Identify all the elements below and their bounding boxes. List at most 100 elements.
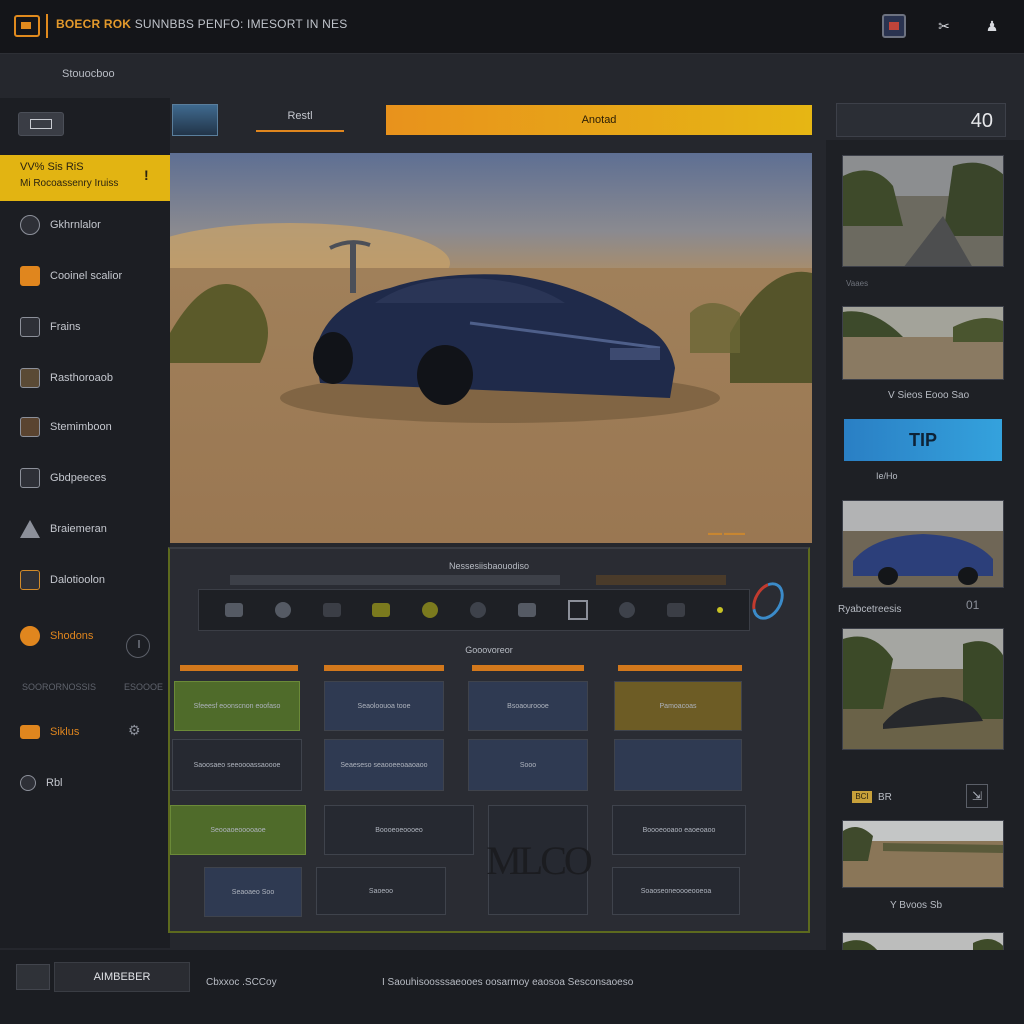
app-title-accent: BOECR ROK — [56, 17, 132, 31]
panel-icon — [30, 119, 52, 129]
sidebar-item-label: Rasthoroaob — [50, 372, 113, 384]
scrub-bar[interactable] — [230, 575, 560, 585]
grid-icon[interactable] — [517, 603, 536, 617]
effect-tile[interactable]: Seaeseso seaooeeoaaoaoo — [324, 739, 444, 791]
sidebar-item-1[interactable]: Gkhrnlalor — [20, 212, 160, 238]
refresh-icon[interactable] — [745, 576, 791, 626]
next-icon[interactable] — [619, 602, 636, 618]
effect-tile-label: Sooo — [519, 761, 537, 769]
pin-icon[interactable]: 01 — [966, 598, 979, 612]
effect-tile[interactable]: Sfeeesf eoonscnon eoofaso — [174, 681, 300, 731]
marker-icon[interactable] — [717, 607, 724, 613]
tip-banner[interactable]: TIP — [844, 419, 1002, 461]
app-title: BOECR ROK SUNNBBS PENFO: IMESORT IN NES — [56, 17, 347, 31]
app-window: BOECR ROK SUNNBBS PENFO: IMESORT IN NES … — [0, 0, 1024, 1024]
folder-icon — [20, 266, 40, 286]
effect-tile[interactable]: Sooo — [468, 739, 588, 791]
effect-tile[interactable]: Boooeoeoooeo — [324, 805, 474, 855]
top-bar: BOECR ROK SUNNBBS PENFO: IMESORT IN NES … — [0, 0, 1024, 54]
rewind-icon[interactable] — [224, 603, 243, 617]
play-icon[interactable] — [469, 602, 486, 618]
sidebar-item-2[interactable]: Cooinel scalior — [20, 263, 160, 289]
user-icon[interactable]: ♟ — [980, 14, 1004, 38]
badge: BCI — [852, 791, 872, 803]
effect-tile-label: Seaoloouoa tooe — [357, 702, 411, 710]
effect-tile[interactable]: Seaoaeo Soo — [204, 867, 302, 917]
calendar-icon — [20, 570, 40, 590]
effect-tile-label: Boooeooaoo eaoeoaoo — [642, 826, 716, 834]
share-icon[interactable]: ⇲ — [966, 784, 988, 808]
effect-tile[interactable]: Bsoaouroooe — [468, 681, 588, 731]
camera-icon[interactable] — [274, 602, 291, 618]
arrow-icon[interactable] — [322, 603, 341, 617]
sidebar-item-label: Siklus — [50, 726, 80, 738]
forward-icon[interactable] — [667, 603, 686, 617]
effect-tile-label: Saoosaeo seeoooassaoooe — [193, 761, 281, 769]
app-logo-icon[interactable] — [14, 15, 40, 37]
sidebar-item-4[interactable]: Rasthoroaob — [20, 365, 160, 391]
effect-tile-label: Sfeeesf eoonscnon eoofaso — [193, 702, 281, 710]
record-icon[interactable] — [372, 603, 391, 617]
warning-icon — [20, 520, 40, 538]
effect-tile[interactable]: Seooaoeooooaoe — [170, 805, 306, 855]
media-icon[interactable] — [882, 14, 906, 38]
shield-icon — [20, 775, 36, 791]
effect-tile[interactable]: Pamoacoas — [614, 681, 742, 731]
active-item-mark: ! — [144, 167, 149, 183]
clock-icon[interactable] — [126, 634, 150, 658]
active-item-subtitle: Mi Rocoassenry Iruiss — [20, 178, 119, 189]
menu-icon[interactable] — [16, 964, 50, 990]
sidebar-item-label: Dalotioolon — [50, 574, 106, 586]
counter-field[interactable]: 40 — [836, 103, 1006, 137]
media-thumbnail[interactable] — [842, 820, 1004, 888]
sidebar-item-6[interactable]: Gbdpeeces — [20, 465, 160, 491]
sidebar-toggle-button[interactable] — [18, 112, 64, 136]
gear-icon[interactable]: ⚙ — [128, 722, 144, 738]
effect-tile[interactable]: Seaoloouoa tooe — [324, 681, 444, 731]
sidebar-item-11[interactable]: Rbl — [20, 770, 160, 796]
thumbnail-caption: Ryabcetreesis — [838, 604, 902, 615]
effect-tile[interactable]: Saoeoo — [316, 867, 446, 915]
effect-tile-label: Bsoaouroooe — [507, 702, 549, 710]
media-thumbnail[interactable] — [842, 155, 1004, 267]
tab-edit[interactable]: Restl — [256, 102, 344, 132]
tip-caption: Ie/Ho — [876, 471, 898, 481]
stop-icon[interactable] — [567, 600, 588, 620]
effect-tile[interactable]: Boooeooaoo eaoeoaoo — [612, 805, 746, 855]
logo-separator — [46, 14, 48, 38]
phone-icon — [20, 317, 40, 337]
effect-tile-large[interactable]: MLCO — [486, 805, 593, 915]
sidebar-item-label: Frains — [50, 321, 81, 333]
sidebar-item-3[interactable]: Frains — [20, 314, 160, 340]
column-header — [618, 665, 742, 671]
lens-icon[interactable] — [422, 602, 439, 618]
sidebar-item-7[interactable]: Braiemeran — [20, 516, 160, 542]
sidebar-item-8[interactable]: Dalotioolon — [20, 567, 160, 593]
sidebar-item-active[interactable]: VV% Sis RiS Mi Rocoassenry Iruiss ! — [0, 155, 170, 201]
editor-panel: Nessesiisbaouodiso Gooovoreor Sfeeesf eo… — [168, 547, 810, 933]
primary-action-button[interactable]: Anotad — [386, 105, 812, 135]
effect-tile[interactable] — [614, 739, 742, 791]
sidebar-item-label: Shodons — [50, 630, 94, 642]
thumbnail-button[interactable] — [172, 104, 218, 136]
effect-tile-label: Seaoaeo Soo — [231, 888, 275, 896]
column-header — [180, 665, 298, 671]
tools-icon[interactable]: ✂ — [932, 14, 956, 38]
counter-value: 40 — [970, 110, 993, 132]
media-thumbnail[interactable] — [842, 500, 1004, 588]
column-header — [324, 665, 444, 671]
sidebar-section-label-right: ESOOOE — [124, 682, 164, 692]
effect-tile[interactable]: Soaoseoneoooeooeoa — [612, 867, 740, 915]
effect-tile[interactable]: Saoosaeo seeoooassaoooe — [172, 739, 302, 791]
media-thumbnail[interactable] — [842, 306, 1004, 380]
sidebar-section-label: SOORORNOSSIS — [22, 682, 97, 692]
sidebar-item-label: Stemimboon — [50, 421, 112, 433]
thumbnail-image — [843, 501, 1003, 587]
sidebar-item-label: Gkhrnlalor — [50, 219, 101, 231]
preview-viewport[interactable]: ▬▬ ▬▬▬ — [170, 153, 812, 543]
sidebar-item-label: Braiemeran — [50, 523, 107, 535]
bottom-action-button[interactable]: AIMBEBER — [54, 962, 190, 992]
scrub-bar-secondary[interactable] — [596, 575, 726, 585]
sidebar-item-5[interactable]: Stemimboon — [20, 414, 160, 440]
media-thumbnail[interactable] — [842, 628, 1004, 750]
